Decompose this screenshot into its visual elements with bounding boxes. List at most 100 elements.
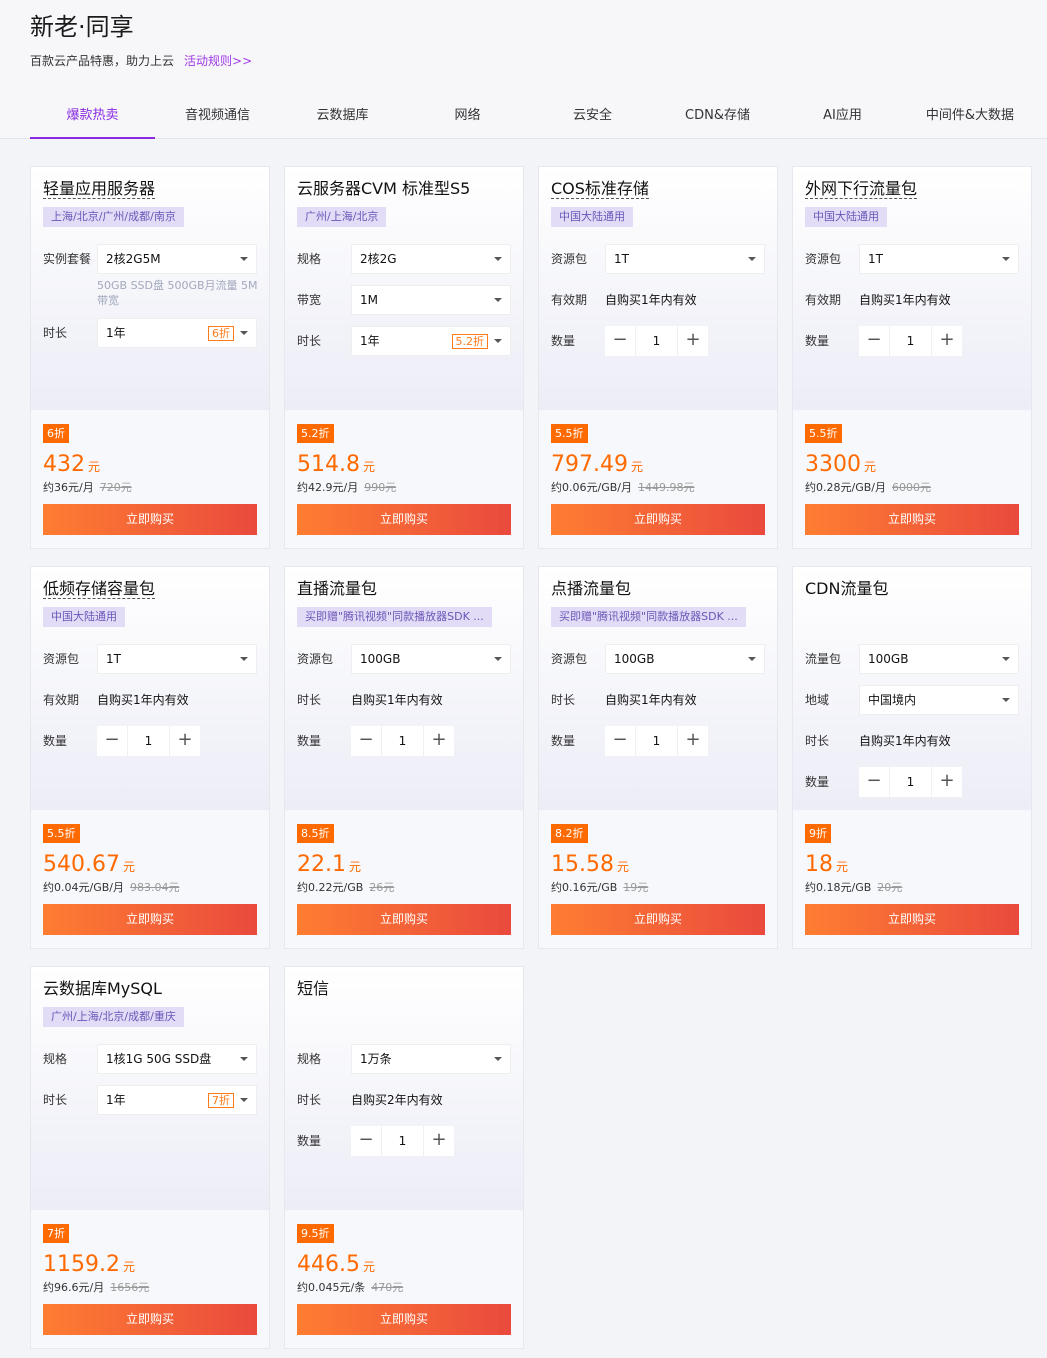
plus-icon[interactable]: +: [678, 326, 708, 356]
minus-icon[interactable]: −: [351, 726, 381, 756]
option-label: 有效期: [805, 293, 842, 307]
option-select[interactable]: 100GB: [605, 644, 765, 674]
quantity-input[interactable]: 1: [635, 326, 678, 356]
chevron-down-icon: [748, 657, 756, 661]
option-select[interactable]: 1核1G 50G SSD盘: [97, 1044, 257, 1074]
quantity-input[interactable]: 1: [381, 1126, 424, 1156]
buy-now-button[interactable]: 立即购买: [297, 904, 511, 935]
option-select[interactable]: 1M: [351, 285, 511, 315]
card-price-area: 7折 1159.2 元约96.6元/月 1656元 立即购买: [31, 1210, 269, 1348]
option-label: 带宽: [297, 293, 322, 307]
option-label: 实例套餐: [43, 252, 92, 266]
unit-price-text: 约0.045元/条: [297, 1281, 366, 1294]
option-label: 时长: [43, 1093, 68, 1107]
minus-icon[interactable]: −: [859, 326, 889, 356]
quantity-input[interactable]: 1: [127, 726, 170, 756]
option-select[interactable]: 1年 5.2折: [351, 326, 511, 356]
option-select[interactable]: 100GB: [351, 644, 511, 674]
plus-icon[interactable]: +: [678, 726, 708, 756]
buy-now-button[interactable]: 立即购买: [43, 1304, 257, 1335]
price-unit: 元: [122, 860, 135, 874]
quantity-input[interactable]: 1: [889, 767, 932, 797]
product-name: 轻量应用服务器: [43, 177, 156, 201]
plus-icon[interactable]: +: [424, 1126, 454, 1156]
buy-now-button[interactable]: 立即购买: [551, 904, 765, 935]
plus-icon[interactable]: +: [170, 726, 200, 756]
card-price-area: 5.5折 3300 元约0.28元/GB/月 6000元 立即购买: [793, 410, 1031, 548]
option-select-value: 1万条: [360, 1052, 392, 1066]
product-card-sms: 短信 规格 1万条 时长 自购买2年内有效 数量 −1 +9.5折 446.5 元约0.045元/…: [284, 966, 524, 1349]
price: 1159.2 元: [43, 1250, 135, 1282]
activity-rules-link[interactable]: 活动规则>>: [184, 54, 252, 68]
quantity-input[interactable]: 1: [381, 726, 424, 756]
buy-now-button[interactable]: 立即购买: [551, 504, 765, 535]
product-card-vod-traffic: 点播流量包 买即赠"腾讯视频"同款播放器SDK ... 资源包 100GB 时长 自购买1…: [538, 566, 778, 949]
card-price-area: 5.2折 514.8 元约42.9元/月 990元 立即购买: [285, 410, 523, 548]
product-card-cvm-s5: 云服务器CVM 标准型S5 广州/上海/北京 规格 2核2G 带宽 1M 时长 1年 5.2折 5…: [284, 166, 524, 549]
option-select[interactable]: 1T: [97, 644, 257, 674]
chevron-down-icon: [494, 257, 502, 261]
product-name-text: 外网下行流量包: [805, 179, 918, 199]
quantity-input[interactable]: 1: [635, 726, 678, 756]
minus-icon[interactable]: −: [859, 767, 889, 797]
buy-now-button[interactable]: 立即购买: [297, 504, 511, 535]
buy-now-button[interactable]: 立即购买: [805, 904, 1019, 935]
unit-price-text: 约36元/月: [43, 481, 94, 494]
unit-price-text: 约42.9元/月: [297, 481, 359, 494]
chevron-down-icon: [494, 298, 502, 302]
minus-icon[interactable]: −: [605, 326, 635, 356]
tab-hot-sale[interactable]: 爆款热卖: [30, 96, 155, 139]
option-select[interactable]: 1年 7折: [97, 1085, 257, 1115]
buy-now-button[interactable]: 立即购买: [297, 1304, 511, 1335]
option-value: 自购买2年内有效: [351, 1093, 443, 1107]
chevron-down-icon: [240, 331, 248, 335]
option-select-value: 1M: [360, 293, 378, 307]
tab-audio-video[interactable]: 音视频通信: [155, 96, 280, 139]
option-label: 数量: [297, 734, 322, 748]
price-value: 22.1: [297, 852, 346, 877]
option-select[interactable]: 1万条: [351, 1044, 511, 1074]
original-price: 983.04元: [129, 881, 180, 894]
option-select[interactable]: 1T: [859, 244, 1019, 274]
minus-icon[interactable]: −: [351, 1126, 381, 1156]
option-select-value: 中国境内: [868, 693, 917, 707]
product-name: 云数据库MySQL: [43, 977, 162, 1001]
tab-ai[interactable]: AI应用: [780, 96, 905, 139]
option-select[interactable]: 100GB: [859, 644, 1019, 674]
chevron-down-icon: [494, 339, 502, 343]
buy-now-button[interactable]: 立即购买: [43, 904, 257, 935]
buy-now-button[interactable]: 立即购买: [43, 504, 257, 535]
option-select[interactable]: 1年 6折: [97, 318, 257, 348]
option-select[interactable]: 中国境内: [859, 685, 1019, 715]
minus-icon[interactable]: −: [605, 726, 635, 756]
plus-icon[interactable]: +: [932, 767, 962, 797]
plus-icon[interactable]: +: [424, 726, 454, 756]
chevron-down-icon: [494, 1057, 502, 1061]
tab-network[interactable]: 网络: [405, 96, 530, 139]
tab-cloud-security[interactable]: 云安全: [530, 96, 655, 139]
price-value: 1159.2: [43, 1252, 120, 1277]
option-select[interactable]: 2核2G5M: [97, 244, 257, 274]
chevron-down-icon: [240, 657, 248, 661]
tab-middleware-bigdata[interactable]: 中间件&大数据: [905, 96, 1035, 139]
tab-cdn-storage[interactable]: CDN&存储: [655, 96, 780, 139]
plus-icon[interactable]: +: [932, 326, 962, 356]
quantity-input[interactable]: 1: [889, 326, 932, 356]
product-name-text: 云数据库MySQL: [43, 979, 162, 998]
tab-cloud-database[interactable]: 云数据库: [280, 96, 405, 139]
buy-now-button[interactable]: 立即购买: [805, 504, 1019, 535]
option-label: 资源包: [43, 652, 80, 666]
unit-price: 约0.18元/GB 20元: [805, 880, 902, 896]
card-config: CDN流量包 流量包 100GB 地域 中国境内 时长 自购买1年内有效 数量 −1 +: [793, 567, 1031, 810]
option-select-value: 2核2G5M: [106, 252, 161, 266]
option-select[interactable]: 1T: [605, 244, 765, 274]
product-name-text: COS标准存储: [551, 179, 649, 199]
price-value: 432: [43, 452, 85, 477]
original-price: 19元: [623, 881, 649, 894]
chevron-down-icon: [240, 257, 248, 261]
chevron-down-icon: [1002, 657, 1010, 661]
minus-icon[interactable]: −: [97, 726, 127, 756]
option-select[interactable]: 2核2G: [351, 244, 511, 274]
unit-price: 约0.04元/GB/月 983.04元: [43, 880, 179, 896]
unit-price: 约0.045元/条 470元: [297, 1280, 403, 1296]
